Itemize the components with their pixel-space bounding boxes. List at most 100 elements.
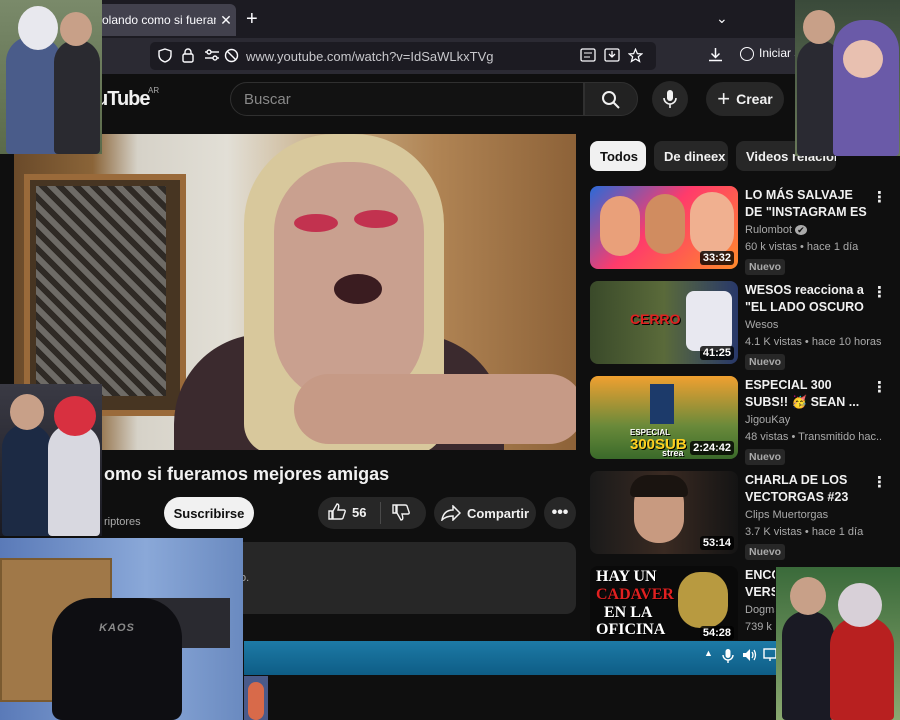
download-icon[interactable] <box>708 47 723 66</box>
thumb-text: OFICINA <box>596 621 666 638</box>
share-icon <box>441 505 461 521</box>
photo-figure <box>830 617 894 720</box>
thumb-person <box>600 196 640 256</box>
video-frame-makeup <box>354 210 398 228</box>
dislike-icon[interactable] <box>392 503 410 526</box>
create-button[interactable]: + Crear <box>706 82 784 116</box>
overlay-photo-couple-mid-left <box>0 384 102 536</box>
account-icon <box>740 46 754 61</box>
video-frame-arm <box>294 374 576 444</box>
voice-search-button[interactable] <box>652 81 688 117</box>
shield-icon[interactable] <box>158 48 172 66</box>
rec-thumbnail[interactable]: CERRO 41:25 <box>590 281 738 364</box>
photo-figure-head <box>54 396 96 436</box>
verified-icon: ✔ <box>795 225 807 235</box>
tray-arrow-icon[interactable]: ▲ <box>704 648 713 658</box>
create-label: Crear <box>736 91 773 107</box>
rec-channel[interactable]: Rulombot ✔ <box>745 224 881 236</box>
overlay-photo-couple-top-right <box>795 0 900 156</box>
taskbar <box>244 641 778 675</box>
overlay-photo-room: KAOS <box>0 538 243 720</box>
video-duration: 54:28 <box>699 626 734 640</box>
rec-title[interactable]: LO MÁS SALVAJE DE "INSTAGRAM ES ... <box>745 187 871 221</box>
new-badge: Nuevo <box>745 544 786 560</box>
new-tab-button[interactable]: + <box>246 8 258 31</box>
search-placeholder: Buscar <box>244 91 291 108</box>
rec-channel[interactable]: JigouKay <box>745 414 881 426</box>
rec-title[interactable]: WESOS reacciona a "EL LADO OSCURO ... <box>745 282 871 316</box>
photo-figure-head <box>60 12 92 46</box>
new-badge: Nuevo <box>745 354 786 370</box>
rec-meta: 4.1 K vistas • hace 10 horas <box>745 336 881 348</box>
rec-more-icon[interactable]: ⋮ <box>872 283 887 301</box>
lock-icon[interactable] <box>182 48 194 66</box>
youtube-logo[interactable]: uTube <box>96 88 151 111</box>
rec-title[interactable]: CHARLA DE LOS VECTORGAS #23 <box>745 472 871 506</box>
like-count: 56 <box>352 505 367 520</box>
photo-figure <box>248 682 264 720</box>
thumb-text: strea <box>662 448 684 458</box>
rec-meta: 60 k vistas • hace 1 día <box>745 241 859 253</box>
photo-gaming-chair: KAOS <box>52 598 182 720</box>
rec-thumbnail[interactable]: ESPECIAL 300SUB strea 2:24:42 <box>590 376 738 459</box>
rec-channel-name: Rulombot <box>745 224 793 236</box>
photo-figure-head <box>843 40 883 78</box>
rec-title[interactable]: ESPECIAL 300 SUBS!! 🥳 SEAN ... <box>745 377 871 411</box>
thumb-text: EN LA <box>604 604 653 621</box>
photo-figure-head <box>803 10 835 44</box>
thumb-animatronic <box>678 572 728 628</box>
tab-list-chevron-icon[interactable]: ⌄ <box>716 10 728 27</box>
rec-more-icon[interactable]: ⋮ <box>872 473 887 491</box>
thumb-text: CADAVER <box>596 586 674 603</box>
video-duration: 2:24:42 <box>690 441 734 455</box>
reader-view-icon[interactable] <box>580 48 596 65</box>
tracking-icon[interactable] <box>224 48 239 66</box>
volume-icon[interactable] <box>742 648 758 665</box>
like-icon[interactable] <box>328 503 346 526</box>
permissions-icon[interactable] <box>204 48 220 65</box>
save-to-pocket-icon[interactable] <box>604 48 620 65</box>
rec-meta: 739 k <box>745 621 772 633</box>
photo-figure <box>54 40 100 154</box>
tab-title: olando como si fueramos <box>102 13 216 27</box>
mic-tray-icon[interactable] <box>722 648 734 667</box>
thumb-text: HAY UN <box>596 568 657 585</box>
share-button[interactable]: Compartir <box>434 497 536 529</box>
rec-channel[interactable]: Wesos <box>745 319 881 331</box>
photo-figure <box>48 424 100 536</box>
bookmark-icon[interactable] <box>627 47 644 66</box>
chip-todos[interactable]: Todos <box>590 141 646 171</box>
rec-thumbnail[interactable]: 33:32 <box>590 186 738 269</box>
video-duration: 41:25 <box>699 346 734 360</box>
rec-thumbnail[interactable]: 53:14 <box>590 471 738 554</box>
photo-figure <box>782 611 834 720</box>
display-icon[interactable] <box>763 648 777 665</box>
rec-meta: 3.7 K vistas • hace 1 día <box>745 526 864 538</box>
rec-channel[interactable]: Dogma <box>745 604 775 616</box>
rec-title[interactable]: ENCO VERS <box>745 567 775 601</box>
photo-figure-head <box>790 577 826 615</box>
photo-figure-head <box>838 583 882 627</box>
subscribe-button[interactable]: Suscribirse <box>164 497 254 529</box>
photo-figure <box>2 424 52 536</box>
tab-close-icon[interactable]: ✕ <box>216 12 236 29</box>
rec-channel[interactable]: Clips Muertorgas <box>745 509 881 521</box>
url-text[interactable]: www.youtube.com/watch?v=IdSaWLkxTVg <box>246 49 493 64</box>
chip-de-dineex[interactable]: De dineex <box>654 141 728 171</box>
channel-subscribers: riptores <box>104 516 141 528</box>
photo-figure-head <box>10 394 44 430</box>
photo-figure-head <box>18 6 58 50</box>
overlay-photo-couple-bottom-right <box>776 567 900 720</box>
rec-thumbnail[interactable]: HAY UN CADAVER EN LA OFICINA 54:28 <box>590 566 738 640</box>
thumb-cartoon <box>686 291 732 351</box>
rec-more-icon[interactable]: ⋮ <box>872 378 887 396</box>
overlay-photo-small <box>244 676 268 720</box>
video-duration: 53:14 <box>699 536 734 550</box>
rec-more-icon[interactable]: ⋮ <box>872 188 887 206</box>
thumb-character <box>650 384 674 424</box>
browser-tab[interactable]: olando como si fueramos ✕ <box>96 4 236 36</box>
sign-in-button[interactable]: Iniciar s <box>740 46 800 61</box>
overlay-photo-couple-top-left <box>0 0 102 154</box>
search-button[interactable] <box>584 82 638 116</box>
more-actions-button[interactable]: ••• <box>544 497 576 529</box>
